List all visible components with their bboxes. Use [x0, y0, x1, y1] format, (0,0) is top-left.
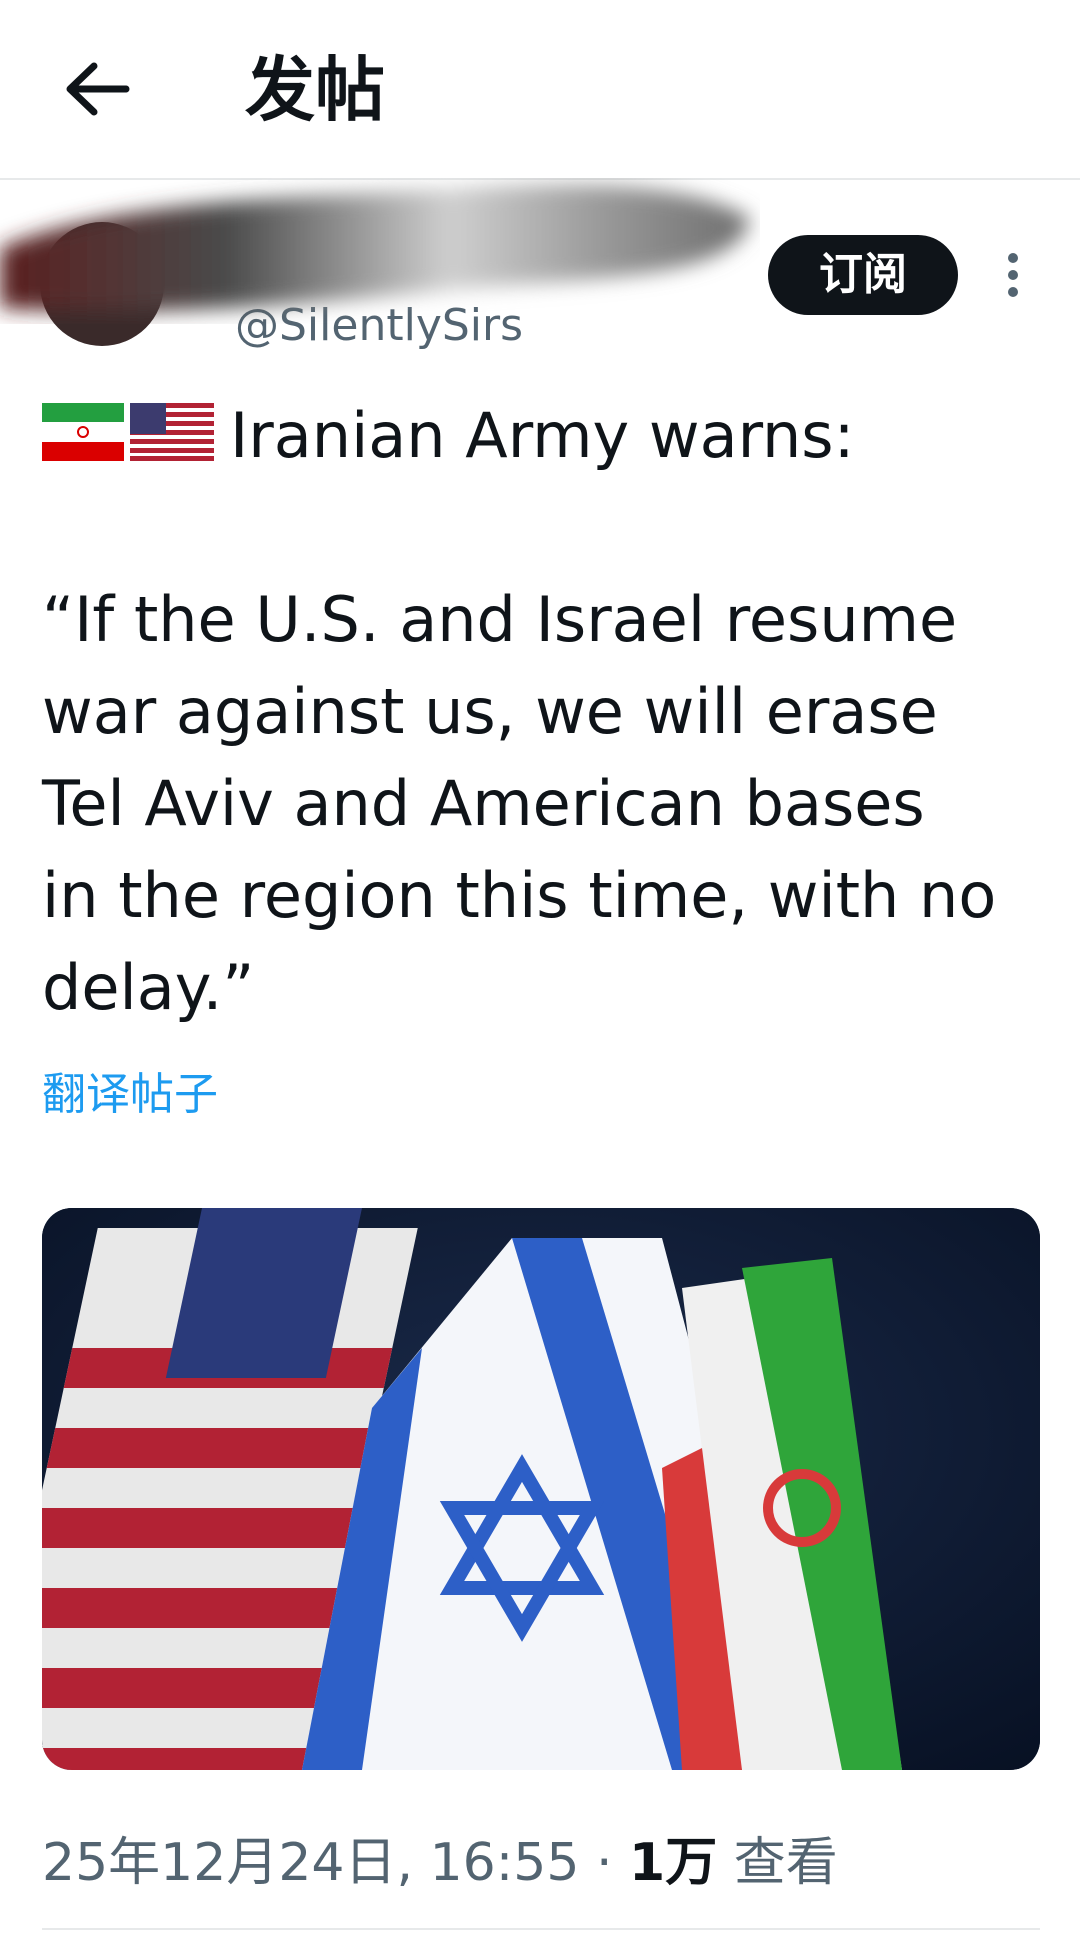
back-arrow-icon[interactable]: [54, 44, 144, 134]
flag-emojis: [42, 403, 214, 461]
meta-separator: ·: [595, 1833, 630, 1893]
post-image[interactable]: [42, 1208, 1040, 1770]
page-title: 发帖: [245, 49, 385, 131]
post-headline: Iranian Army warns:: [230, 399, 855, 472]
post-body: “If the U.S. and Israel resume war again…: [42, 583, 997, 1024]
top-bar: 发帖: [0, 0, 1080, 180]
author-handle[interactable]: @SilentlySirs: [235, 300, 523, 351]
iran-flag-emoji: [42, 403, 124, 461]
translate-post-link[interactable]: 翻译帖子: [42, 1058, 218, 1122]
post-timestamp: 25年12月24日, 16:55: [42, 1833, 580, 1893]
subscribe-button[interactable]: 订阅: [768, 235, 958, 315]
post-meta: 25年12月24日, 16:55 · 1万 查看: [42, 1820, 838, 1895]
more-vertical-icon[interactable]: [995, 250, 1031, 300]
views-count: 1万: [629, 1833, 718, 1893]
views-label: 查看: [733, 1833, 838, 1893]
us-flag-emoji: [130, 403, 214, 461]
divider: [42, 1928, 1040, 1930]
avatar[interactable]: [40, 222, 164, 346]
